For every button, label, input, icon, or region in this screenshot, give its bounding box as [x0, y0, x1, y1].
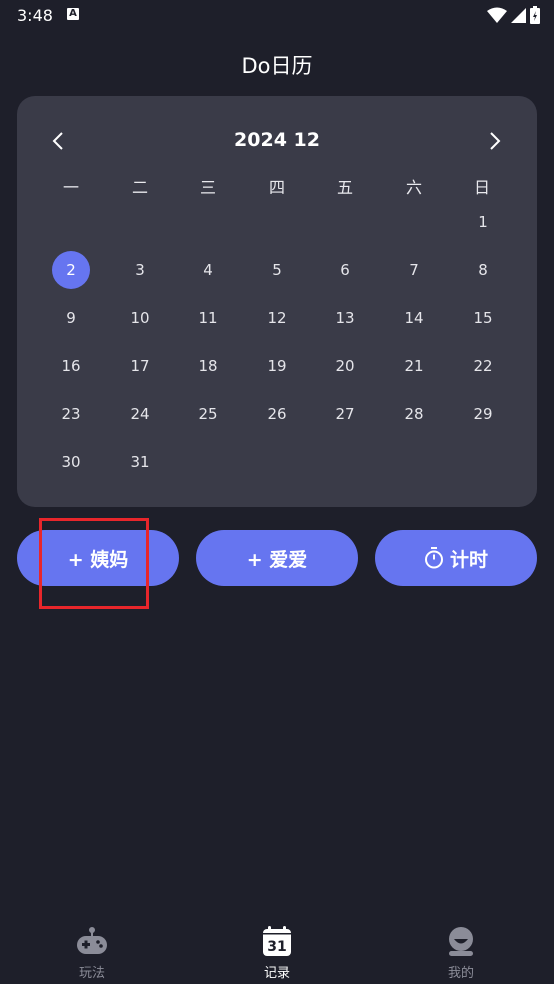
day-cell[interactable]: 16 [52, 347, 90, 385]
day-cell[interactable]: 17 [121, 347, 159, 385]
day-cell[interactable]: 31 [121, 443, 159, 481]
weekday-sat: 六 [405, 178, 422, 197]
highlight-box [39, 518, 149, 609]
calendar-header: 2024 12 [0, 124, 554, 158]
day-cell[interactable]: 22 [464, 347, 502, 385]
month-title: 2024 12 [234, 129, 320, 151]
notification-icon: A [67, 8, 79, 20]
weekday-tue: 二 [131, 178, 148, 197]
weekday-wed: 三 [199, 178, 216, 197]
day-cell[interactable]: 19 [258, 347, 296, 385]
stopwatch-icon [424, 547, 443, 569]
day-cell[interactable]: 29 [464, 395, 502, 433]
add-love-label: + 爱爱 [246, 548, 308, 571]
day-cell[interactable]: 18 [189, 347, 227, 385]
tab-play[interactable]: 玩法 [32, 920, 152, 984]
status-icons [487, 6, 540, 24]
day-cell[interactable]: 15 [464, 299, 502, 337]
status-time: 3:48 [17, 6, 53, 25]
day-cell[interactable]: 1 [464, 203, 502, 241]
status-bar: 3:48 A [0, 0, 554, 32]
day-cell[interactable]: 12 [258, 299, 296, 337]
day-cell[interactable]: 27 [326, 395, 364, 433]
tab-mine-label: 我的 [447, 966, 474, 981]
tab-play-label: 玩法 [78, 966, 105, 981]
signal-icon [511, 8, 526, 23]
day-cell[interactable]: 30 [52, 443, 90, 481]
tab-bar: 玩法 31 记录 我的 [0, 920, 554, 984]
day-cell[interactable]: 8 [464, 251, 502, 289]
weekday-thu: 四 [268, 178, 285, 197]
day-cell[interactable]: 25 [189, 395, 227, 433]
weekday-sun: 日 [473, 178, 490, 197]
gamepad-icon [77, 927, 107, 954]
day-cell[interactable]: 4 [189, 251, 227, 289]
day-cell[interactable]: 3 [121, 251, 159, 289]
wifi-icon [487, 7, 507, 23]
day-cell[interactable]: 21 [395, 347, 433, 385]
day-cell[interactable]: 13 [326, 299, 364, 337]
app-title: Do日历 [241, 54, 313, 78]
tab-record-label: 记录 [263, 966, 290, 981]
day-cell[interactable]: 14 [395, 299, 433, 337]
tab-mine[interactable]: 我的 [401, 920, 521, 984]
weekday-fri: 五 [336, 178, 353, 197]
chevron-right-icon [490, 132, 501, 150]
add-love-button[interactable]: + 爱爱 [196, 530, 358, 586]
day-cell[interactable]: 7 [395, 251, 433, 289]
day-cell[interactable]: 9 [52, 299, 90, 337]
day-cell[interactable]: 24 [121, 395, 159, 433]
day-cell-selected[interactable]: 2 [52, 251, 90, 289]
weekday-mon: 一 [62, 178, 79, 197]
timer-label: 计时 [449, 548, 488, 571]
day-cell[interactable]: 5 [258, 251, 296, 289]
battery-icon [530, 6, 540, 24]
day-cell[interactable]: 11 [189, 299, 227, 337]
day-cell[interactable]: 10 [121, 299, 159, 337]
day-cell[interactable]: 28 [395, 395, 433, 433]
day-cell[interactable]: 26 [258, 395, 296, 433]
day-cell[interactable]: 23 [52, 395, 90, 433]
calendar-icon: 31 [263, 926, 291, 956]
day-cell[interactable]: 20 [326, 347, 364, 385]
tab-record[interactable]: 31 记录 [217, 920, 337, 984]
timer-button[interactable]: 计时 [375, 530, 537, 586]
next-month-button[interactable] [478, 124, 512, 158]
day-cell[interactable]: 6 [326, 251, 364, 289]
calendar-icon-number: 31 [267, 939, 286, 955]
user-icon [449, 927, 473, 956]
